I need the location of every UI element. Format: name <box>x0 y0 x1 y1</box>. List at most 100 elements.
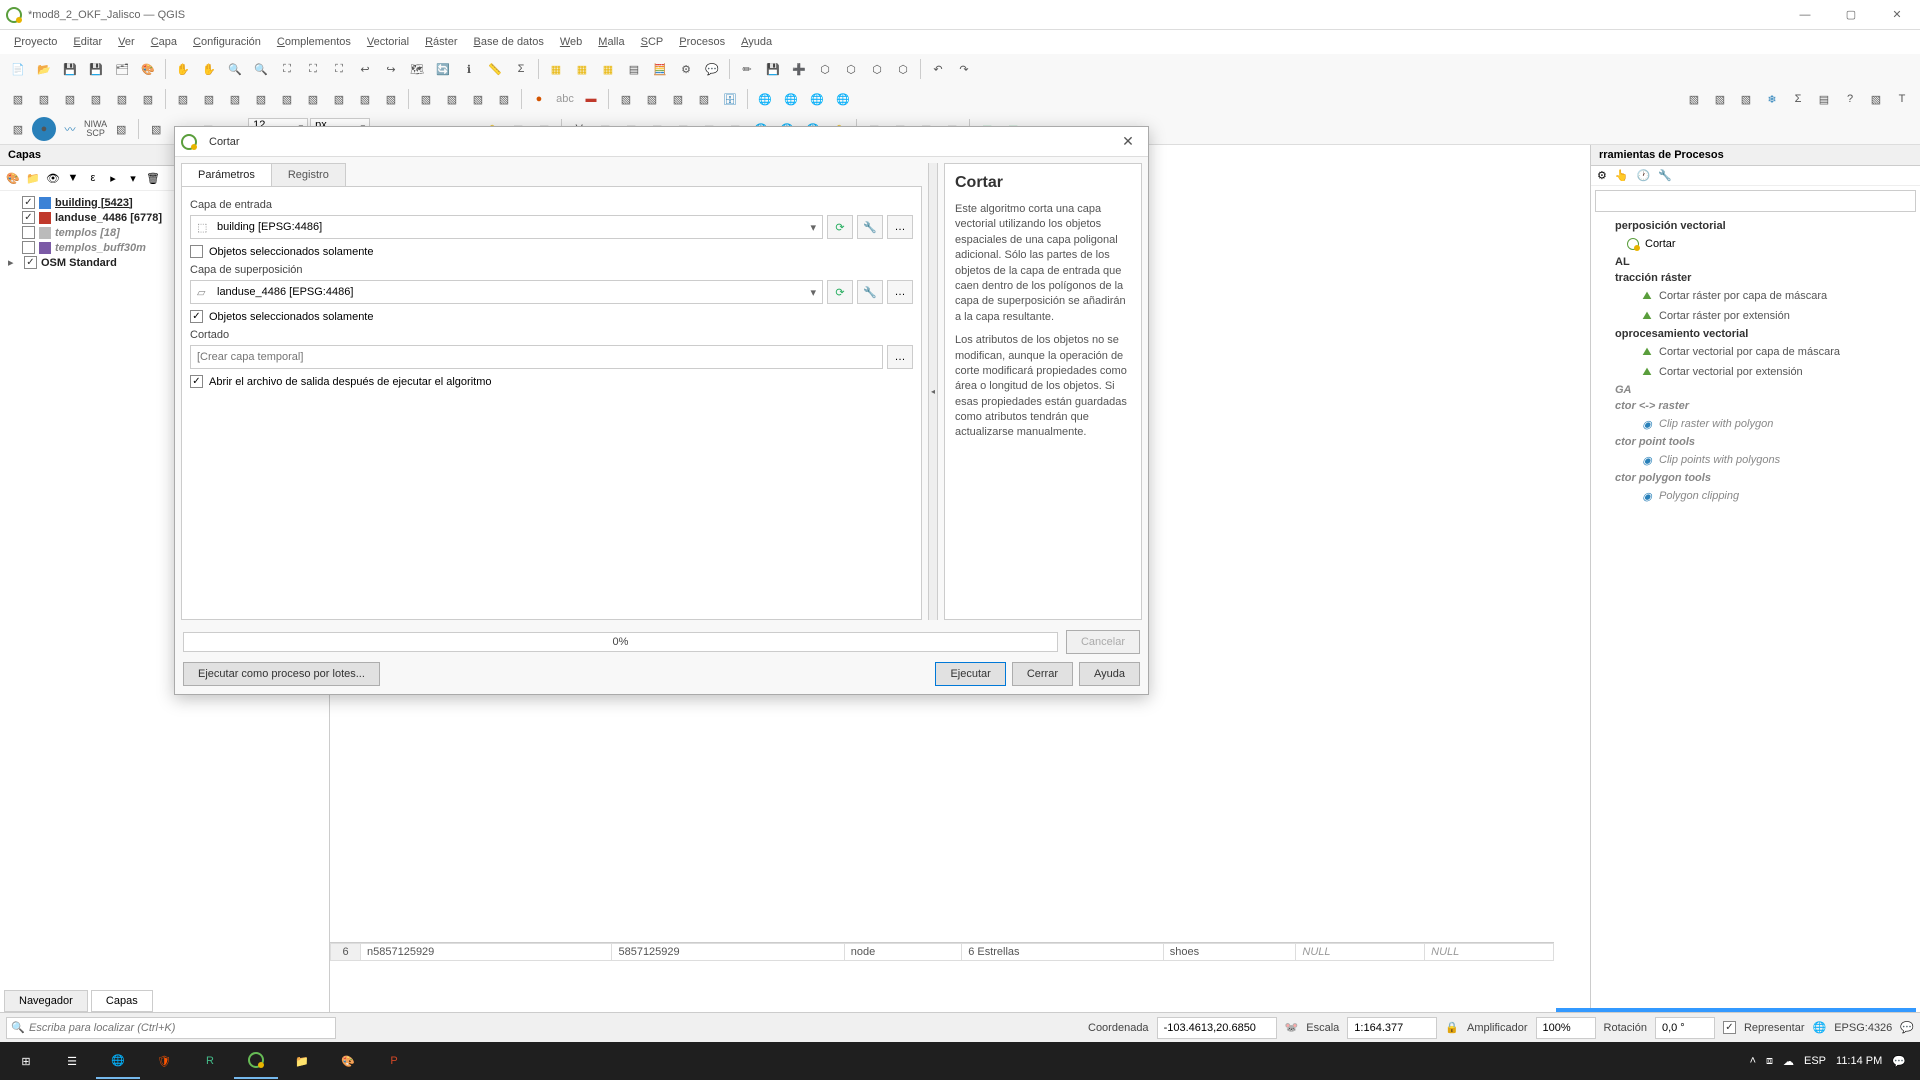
cell[interactable]: n5857125929 <box>361 944 612 961</box>
menu-complementos[interactable]: Complementos <box>271 34 357 50</box>
tool-icon[interactable]: ❄ <box>1760 87 1784 111</box>
tool-icon[interactable]: Σ <box>1786 87 1810 111</box>
selected-only-input-checkbox[interactable] <box>190 245 203 258</box>
open-project-button[interactable]: 📂 <box>32 57 56 81</box>
add-feature-button[interactable]: ➕ <box>787 57 811 81</box>
dropbox-icon[interactable]: ⧈ <box>1766 1055 1773 1068</box>
extents-icon[interactable]: 🐭 <box>1285 1021 1299 1034</box>
tool-icon[interactable]: ▧ <box>666 87 690 111</box>
crs-icon[interactable]: 🌐 <box>1813 1021 1827 1034</box>
tab-log[interactable]: Registro <box>271 163 346 187</box>
help-button[interactable]: Ayuda <box>1079 662 1140 686</box>
iterate-input-button[interactable]: ⟳ <box>827 215 853 239</box>
layer-visibility-button[interactable]: 👁 <box>44 169 62 187</box>
tool-icon[interactable]: 〰 <box>58 117 82 141</box>
processing-item[interactable]: ◉Polygon clipping <box>1591 486 1920 506</box>
statistics-button[interactable]: Σ <box>509 57 533 81</box>
tool-icon[interactable]: ▧ <box>353 87 377 111</box>
pan-selection-button[interactable]: ✋ <box>197 57 221 81</box>
menu-procesos[interactable]: Procesos <box>673 34 731 50</box>
processing-item[interactable]: ⛰Cortar vectorial por capa de máscara <box>1591 342 1920 362</box>
menu-capa[interactable]: Capa <box>145 34 183 50</box>
zoom-selection-button[interactable]: ⛶ <box>301 57 325 81</box>
processing-item[interactable]: GA <box>1591 382 1920 398</box>
selected-only-overlay-checkbox[interactable] <box>190 310 203 323</box>
tool-icon[interactable]: ? <box>1838 87 1862 111</box>
processing-item[interactable]: ◉Clip raster with polygon <box>1591 414 1920 434</box>
style-manager-button[interactable]: 🎨 <box>136 57 160 81</box>
tool-icon[interactable]: T <box>1890 87 1914 111</box>
open-attribute-table-button[interactable]: ▤ <box>622 57 646 81</box>
overlay-layer-combo[interactable]: ▱landuse_4486 [EPSG:4486] <box>190 280 823 304</box>
tool-icon[interactable]: ▧ <box>440 87 464 111</box>
paint-icon[interactable]: 🎨 <box>326 1043 370 1079</box>
processing-gear-icon[interactable]: 🔧 <box>1658 169 1672 182</box>
tool-icon[interactable]: ▧ <box>223 87 247 111</box>
browse-input-button[interactable]: … <box>887 215 913 239</box>
processing-item[interactable]: oprocesamiento vectorial <box>1591 326 1920 342</box>
tool-icon[interactable]: ▧ <box>84 87 108 111</box>
cell[interactable]: NULL <box>1425 944 1554 961</box>
tool-icon[interactable]: 🌐 <box>831 87 855 111</box>
layer-remove-button[interactable]: 🗑 <box>144 169 162 187</box>
attribute-table[interactable]: 6 n5857125929 5857125929 node 6 Estrella… <box>330 942 1554 1012</box>
menu-vectorial[interactable]: Vectorial <box>361 34 415 50</box>
render-checkbox[interactable] <box>1723 1021 1736 1034</box>
run-button[interactable]: Ejecutar <box>935 662 1005 686</box>
layer-expand-button[interactable]: ▸ <box>104 169 122 187</box>
layer-name[interactable]: templos [18] <box>55 227 120 239</box>
powerpoint-icon[interactable]: P <box>372 1043 416 1079</box>
layer-style-button[interactable]: 🎨 <box>4 169 22 187</box>
tool-icon[interactable]: ⬡ <box>891 57 915 81</box>
tool-icon[interactable]: ⬡ <box>865 57 889 81</box>
qgis-taskbar-icon[interactable] <box>234 1043 278 1079</box>
tool-icon[interactable]: ▧ <box>414 87 438 111</box>
save-edits-button[interactable]: 💾 <box>761 57 785 81</box>
tool-icon[interactable]: ▧ <box>197 87 221 111</box>
menu-ráster[interactable]: Ráster <box>419 34 463 50</box>
layer-name[interactable]: templos_buff30m <box>55 242 146 254</box>
processing-item[interactable]: ◉Clip points with polygons <box>1591 450 1920 470</box>
cancel-button[interactable]: Cancelar <box>1066 630 1140 654</box>
layer-expr-button[interactable]: ε <box>84 169 102 187</box>
tool-icon[interactable]: ▧ <box>109 117 133 141</box>
tab-layers[interactable]: Capas <box>91 990 153 1012</box>
lock-icon[interactable]: 🔒 <box>1445 1021 1459 1034</box>
rotation-field[interactable]: 0,0 ° <box>1655 1017 1715 1039</box>
tool-icon[interactable]: ▬ <box>579 87 603 111</box>
input-layer-combo[interactable]: ⬚building [EPSG:4486] <box>190 215 823 239</box>
processing-search-input[interactable] <box>1595 190 1916 212</box>
cell[interactable]: 6 Estrellas <box>962 944 1164 961</box>
iterate-overlay-button[interactable]: ⟳ <box>827 280 853 304</box>
menu-ver[interactable]: Ver <box>112 34 141 50</box>
processing-item[interactable]: Cortar <box>1591 234 1920 254</box>
tool-icon[interactable]: ▧ <box>1734 87 1758 111</box>
menu-base de datos[interactable]: Base de datos <box>468 34 550 50</box>
magnifier-field[interactable]: 100% <box>1536 1017 1596 1039</box>
tool-icon[interactable]: ▧ <box>640 87 664 111</box>
tab-navigator[interactable]: Navegador <box>4 990 88 1012</box>
menu-ayuda[interactable]: Ayuda <box>735 34 778 50</box>
explorer-icon[interactable]: 📁 <box>280 1043 324 1079</box>
tool-icon[interactable]: abc <box>553 87 577 111</box>
close-window-button[interactable]: ✕ <box>1874 0 1920 30</box>
tool-icon[interactable]: ● <box>32 117 56 141</box>
tool-icon[interactable]: ▧ <box>1682 87 1706 111</box>
cell[interactable]: 5857125929 <box>612 944 844 961</box>
tool-icon[interactable]: ▧ <box>58 87 82 111</box>
browse-overlay-button[interactable]: … <box>887 280 913 304</box>
new-map-view-button[interactable]: 🗺 <box>405 57 429 81</box>
menu-editar[interactable]: Editar <box>67 34 108 50</box>
redo-button[interactable]: ↷ <box>952 57 976 81</box>
pan-button[interactable]: ✋ <box>171 57 195 81</box>
deselect-button[interactable]: ▦ <box>596 57 620 81</box>
menu-proyecto[interactable]: Proyecto <box>8 34 63 50</box>
tool-icon[interactable]: ▧ <box>1864 87 1888 111</box>
processing-item[interactable]: perposición vectorial <box>1591 218 1920 234</box>
clock[interactable]: 11:14 PM <box>1836 1055 1882 1067</box>
field-calculator-button[interactable]: 🧮 <box>648 57 672 81</box>
processing-item[interactable]: tracción ráster <box>1591 270 1920 286</box>
language-indicator[interactable]: ESP <box>1804 1055 1826 1067</box>
tool-icon[interactable]: ▧ <box>275 87 299 111</box>
tool-icon[interactable]: ▧ <box>6 87 30 111</box>
